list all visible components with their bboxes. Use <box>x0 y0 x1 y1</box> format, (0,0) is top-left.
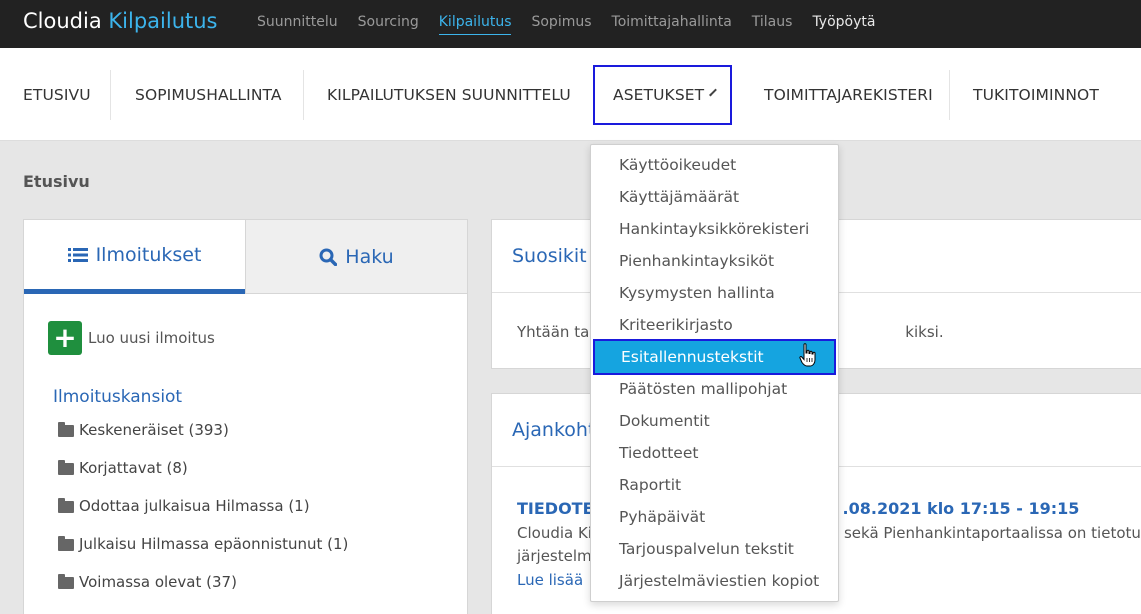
folder-icon <box>58 422 74 437</box>
breadcrumb: Etusivu <box>23 172 90 191</box>
hand-cursor-icon <box>799 343 816 367</box>
brand-product: Kilpailutus <box>108 9 218 33</box>
news-title-right: .08.2021 klo 17:15 - 19:15 <box>842 499 1080 518</box>
news-title-left: TIEDOTE <box>517 499 594 518</box>
read-more-link[interactable]: Lue lisää <box>517 571 583 589</box>
top-nav: Suunnittelu Sourcing Kilpailutus Sopimus… <box>257 14 895 35</box>
folder-icon <box>58 574 74 589</box>
news-line1-right: sekä Pienhankintaportaalissa on tietotur <box>843 524 1141 542</box>
mainnav-kilpailutuksen-suunnittelu[interactable]: KILPAILUTUKSEN SUUNNITTELU <box>327 48 571 141</box>
plus-icon: + <box>48 321 82 355</box>
tab-ilmoitukset[interactable]: Ilmoitukset <box>24 220 245 294</box>
menu-item-hankintayksikkorekisteri[interactable]: Hankintayksikkörekisteri <box>591 213 838 245</box>
folder-icon <box>58 460 74 475</box>
mainnav-tukitoiminnot[interactable]: TUKITOIMINNOT <box>973 48 1099 141</box>
search-icon <box>319 248 338 266</box>
brand-name: Cloudia <box>23 9 102 33</box>
new-notice-label: Luo uusi ilmoitus <box>88 329 215 347</box>
topnav-tyopoyta[interactable]: Työpöytä <box>812 14 875 35</box>
folder-label: Julkaisu Hilmassa epäonnistunut (1) <box>79 535 349 553</box>
folder-item[interactable]: Voimassa olevat (37) <box>58 573 237 591</box>
list-icon <box>67 247 88 262</box>
menu-item-esitallennustekstit-label: Esitallennustekstit <box>621 348 764 366</box>
favorites-text-right: kiksi. <box>905 323 944 341</box>
menu-item-esitallennustekstit[interactable]: Esitallennustekstit <box>593 339 836 375</box>
menu-item-pyhapaivat[interactable]: Pyhäpäivät <box>591 501 838 533</box>
folder-label: Korjattavat (8) <box>79 459 188 477</box>
mainnav-etusivu[interactable]: ETUSIVU <box>23 48 91 141</box>
tab-haku-label: Haku <box>345 245 394 268</box>
menu-item-dokumentit[interactable]: Dokumentit <box>591 405 838 437</box>
folder-item[interactable]: Keskeneräiset (393) <box>58 421 229 439</box>
favorites-text-left: Yhtään ta <box>517 323 590 341</box>
menu-item-kriteerikirjasto[interactable]: Kriteerikirjasto <box>591 309 838 341</box>
topnav-kilpailutus[interactable]: Kilpailutus <box>438 14 512 35</box>
menu-item-kayttajamaarat[interactable]: Käyttäjämäärät <box>591 181 838 213</box>
top-bar: Cloudia Kilpailutus Suunnittelu Sourcing… <box>0 0 1141 48</box>
tab-ilmoitukset-label: Ilmoitukset <box>95 243 202 266</box>
brand-logo[interactable]: Cloudia Kilpailutus <box>23 9 218 33</box>
folder-label: Odottaa julkaisua Hilmassa (1) <box>79 497 310 515</box>
menu-item-tiedotteet[interactable]: Tiedotteet <box>591 437 838 469</box>
menu-item-raportit[interactable]: Raportit <box>591 469 838 501</box>
chevron-down-icon <box>709 88 718 96</box>
menu-item-kysymysten-hallinta[interactable]: Kysymysten hallinta <box>591 277 838 309</box>
folder-item[interactable]: Odottaa julkaisua Hilmassa (1) <box>58 497 310 515</box>
menu-item-tarjouspalvelun-tekstit[interactable]: Tarjouspalvelun tekstit <box>591 533 838 565</box>
folder-icon <box>58 536 74 551</box>
menu-item-paatosten-mallipohjat[interactable]: Päätösten mallipohjat <box>591 373 838 405</box>
mainnav-asetukset-label: ASETUKSET <box>613 86 705 104</box>
folder-item[interactable]: Julkaisu Hilmassa epäonnistunut (1) <box>58 535 348 553</box>
mainnav-asetukset[interactable]: ASETUKSET <box>593 65 732 125</box>
folder-icon <box>58 498 74 513</box>
folder-item[interactable]: Korjattavat (8) <box>58 459 188 477</box>
news-text-line: järjestelm <box>517 547 592 565</box>
topnav-toimittajahallinta[interactable]: Toimittajahallinta <box>612 14 732 35</box>
nav-divider <box>303 70 304 120</box>
folder-label: Keskeneräiset (393) <box>79 421 229 439</box>
mainnav-sopimushallinta[interactable]: SOPIMUSHALLINTA <box>135 48 282 141</box>
nav-divider <box>110 70 111 120</box>
menu-item-jarjestelmaviestien-kopiot[interactable]: Järjestelmäviestien kopiot <box>591 565 838 597</box>
news-line1-left: Cloudia Ki <box>517 524 592 542</box>
nav-divider <box>949 70 950 120</box>
topnav-sopimus[interactable]: Sopimus <box>531 14 591 35</box>
folders-title: Ilmoituskansiot <box>53 387 183 407</box>
topnav-tilaus[interactable]: Tilaus <box>752 14 793 35</box>
main-nav: ETUSIVU SOPIMUSHALLINTA KILPAILUTUKSEN S… <box>0 48 1141 141</box>
menu-item-kayttooikeudet[interactable]: Käyttöoikeudet <box>591 149 838 181</box>
notices-panel: Ilmoitukset Haku + Luo uusi ilmoitus Ilm… <box>23 219 468 614</box>
menu-item-pienhankintayksikot[interactable]: Pienhankintayksiköt <box>591 245 838 277</box>
folder-label: Voimassa olevat (37) <box>79 573 237 591</box>
topnav-sourcing[interactable]: Sourcing <box>358 14 419 35</box>
topnav-suunnittelu[interactable]: Suunnittelu <box>257 14 338 35</box>
new-notice-button[interactable]: + Luo uusi ilmoitus <box>48 321 215 355</box>
settings-dropdown: Käyttöoikeudet Käyttäjämäärät Hankintayk… <box>590 144 839 602</box>
tab-haku[interactable]: Haku <box>245 220 467 294</box>
mainnav-toimittajarekisteri[interactable]: TOIMITTAJAREKISTERI <box>764 48 933 141</box>
